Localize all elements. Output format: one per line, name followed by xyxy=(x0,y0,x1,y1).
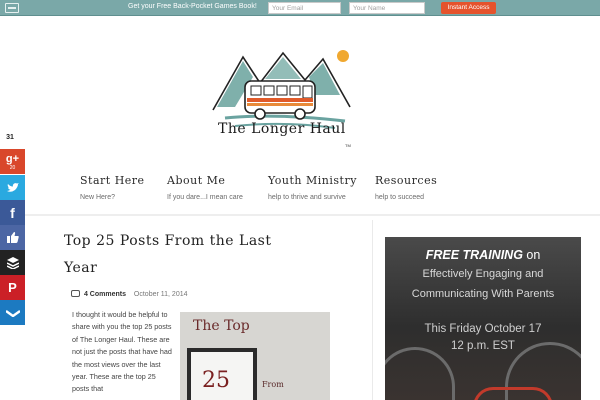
post-title[interactable]: Top 25 Posts From the Last Year xyxy=(64,228,304,282)
promo-line: Communicating With Parents xyxy=(411,288,555,300)
twitter-icon xyxy=(6,182,19,192)
optin-bar: Get your Free Back-Pocket Games Book! Yo… xyxy=(0,0,600,16)
pinterest-button[interactable]: P xyxy=(0,275,25,300)
page: Get your Free Back-Pocket Games Book! Yo… xyxy=(0,0,600,400)
nav-resources[interactable]: Resources help to succeed xyxy=(375,174,437,201)
sidebar-divider xyxy=(372,220,373,400)
promo-heading: FREE TRAINING on xyxy=(385,248,581,262)
nav-title: Youth Ministry xyxy=(268,174,357,187)
red-arch-decoration xyxy=(473,387,553,400)
logo-title[interactable]: The Longer Haul xyxy=(218,121,346,137)
facebook-button[interactable]: f xyxy=(0,200,25,225)
share-count: 31 xyxy=(6,134,14,141)
like-button[interactable] xyxy=(0,225,25,250)
image-number: 25 xyxy=(202,368,230,393)
image-from: From xyxy=(262,380,284,389)
promo-line: Effectively Engaging and xyxy=(422,268,544,280)
buffer-button[interactable] xyxy=(0,250,25,275)
nav-start-here[interactable]: Start Here New Here? xyxy=(80,174,145,201)
free-training-banner[interactable]: FREE TRAINING on Effectively Engaging an… xyxy=(385,237,581,400)
pinterest-icon: P xyxy=(8,280,17,295)
sumome-button[interactable] xyxy=(0,300,25,325)
header-divider xyxy=(0,214,600,216)
arch-decoration xyxy=(385,347,455,400)
buffer-icon xyxy=(6,256,19,269)
nav-subtitle: If you dare...I mean care xyxy=(167,194,243,201)
post-excerpt: I thought it would be helpful to share w… xyxy=(72,310,172,394)
promo-free-training: FREE TRAINING xyxy=(425,248,523,262)
nav-subtitle: help to succeed xyxy=(375,194,425,201)
post-meta: 4 Comments October 11, 2014 xyxy=(71,290,188,298)
facebook-icon: f xyxy=(10,204,15,221)
google-plus-button[interactable]: g+ 20 xyxy=(0,149,25,174)
like-icon xyxy=(6,232,19,243)
google-plus-icon: g+ xyxy=(5,152,20,165)
promo-date: This Friday October 17 xyxy=(424,323,542,335)
nav-title: Resources xyxy=(375,174,438,187)
collapse-bar-icon[interactable] xyxy=(5,3,19,13)
nav-about-me[interactable]: About Me If you dare...I mean care xyxy=(167,174,243,201)
optin-text: Get your Free Back-Pocket Games Book! xyxy=(128,3,257,10)
nav-subtitle: help to thrive and survive xyxy=(268,194,346,201)
post-featured-image: The Top 25 From xyxy=(180,312,330,400)
nav-title: About Me xyxy=(167,174,226,187)
trademark-mark: TM xyxy=(345,143,351,148)
email-field[interactable]: Your Email xyxy=(268,2,341,14)
twitter-button[interactable] xyxy=(0,175,25,200)
post-date: October 11, 2014 xyxy=(133,291,188,298)
google-plus-count: 20 xyxy=(9,164,16,171)
image-heading: The Top xyxy=(193,318,250,334)
sumome-icon xyxy=(5,309,20,317)
comments-icon xyxy=(71,290,80,297)
nav-title: Start Here xyxy=(80,174,145,187)
comments-link[interactable]: 4 Comments xyxy=(84,291,126,298)
bus-logo-icon[interactable] xyxy=(205,45,365,155)
nav-subtitle: New Here? xyxy=(80,194,116,201)
nav-youth-ministry[interactable]: Youth Ministry help to thrive and surviv… xyxy=(268,174,357,201)
instant-access-button[interactable]: Instant Access xyxy=(441,2,496,14)
promo-on: on xyxy=(526,248,541,262)
name-field[interactable]: Your Name xyxy=(349,2,425,14)
promo-time: 12 p.m. EST xyxy=(451,340,515,352)
